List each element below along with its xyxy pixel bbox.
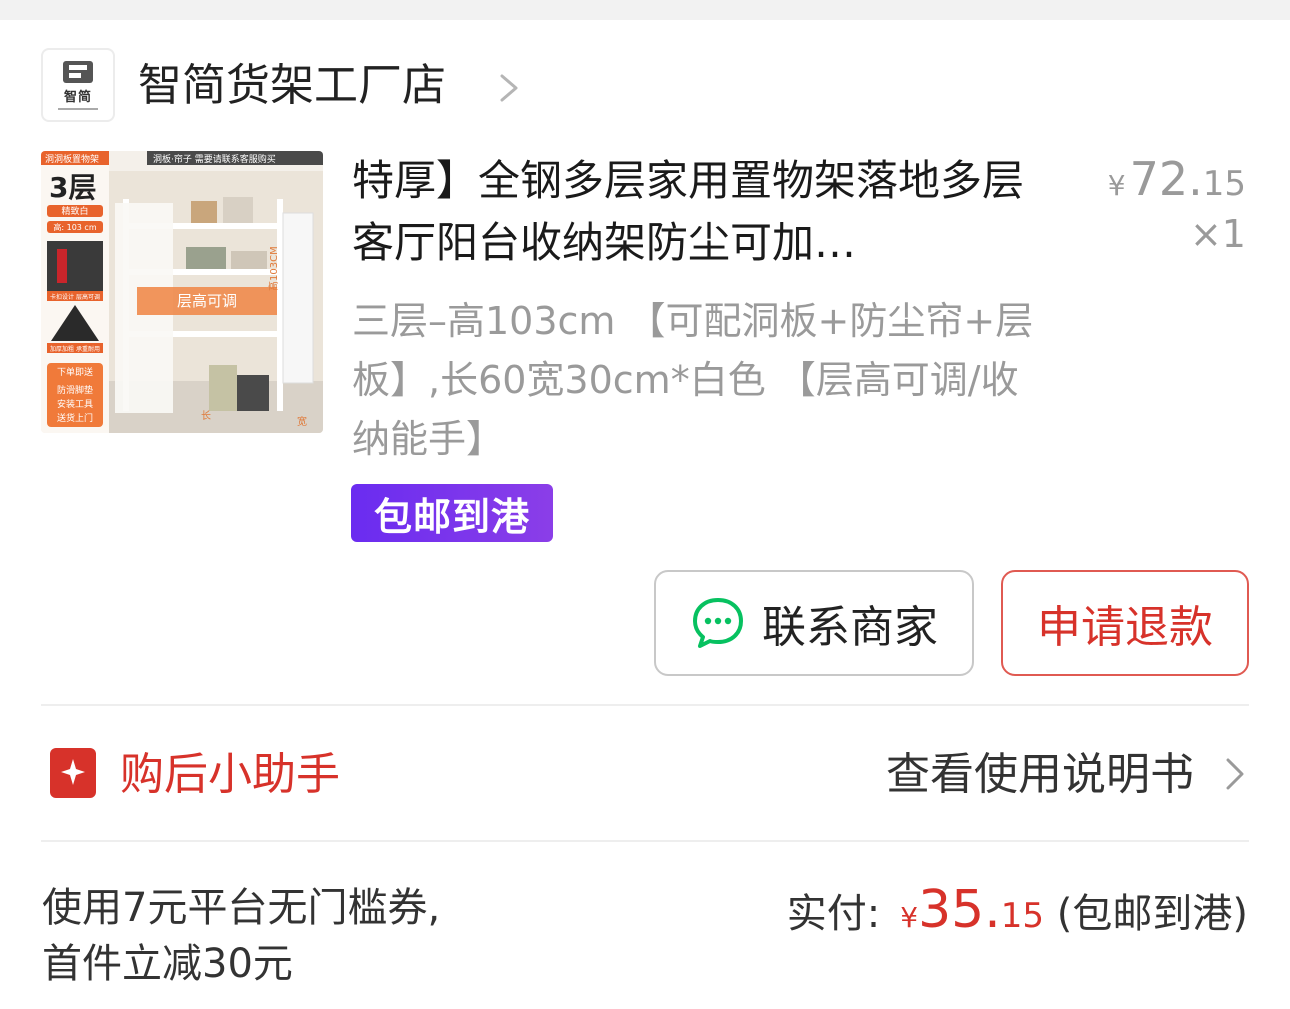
paid-amount: 实付: ¥35.15 (包邮到港) bbox=[787, 880, 1248, 948]
image-tier-label: 3层 bbox=[49, 171, 96, 204]
product-image-illustration: 层高可调 高103CM 长 宽 洞洞板置物架 洞板·帘子 需要请联系客服购买 3… bbox=[41, 151, 323, 433]
image-detail-caption-1: 卡扣设计 层高可调 bbox=[50, 293, 100, 301]
request-refund-button[interactable]: 申请退款 bbox=[1001, 570, 1249, 676]
image-banner-right: 洞板·帘子 需要请联系客服购买 bbox=[153, 153, 276, 165]
product-spec: 三层–高103cm 【可配洞板+防尘帘+层板】,长60宽30cm*白色 【层高可… bbox=[352, 299, 1034, 461]
paid-note: (包邮到港) bbox=[1056, 891, 1248, 937]
chat-bubble-icon bbox=[693, 598, 743, 648]
image-banner-left: 洞洞板置物架 bbox=[45, 153, 99, 165]
store-logo-mark-icon bbox=[63, 60, 93, 83]
image-gift-item-1: 防滑脚垫 bbox=[57, 384, 93, 396]
coupon-note: 使用7元平台无门槛券, 首件立减30元 bbox=[42, 885, 441, 987]
product-title[interactable]: 特厚】全钢多层家用置物架落地多层客厅阳台收纳架防尘可加… bbox=[352, 150, 1042, 274]
price-integer: 72. bbox=[1129, 152, 1203, 206]
image-detail-caption-2: 加厚加粗 承重耐用 bbox=[50, 345, 100, 353]
image-center-label: 层高可调 bbox=[177, 292, 237, 310]
image-gift-item-2: 安装工具 bbox=[57, 398, 93, 410]
chevron-right-icon[interactable] bbox=[494, 68, 526, 108]
sparkle-badge-icon bbox=[50, 748, 96, 798]
image-height-tag: 高: 103 cm bbox=[53, 222, 96, 232]
paid-currency: ¥ bbox=[900, 901, 919, 934]
store-logo-text: 智简 bbox=[63, 89, 92, 105]
paid-integer: 35. bbox=[918, 880, 1001, 940]
product-price: ¥72.15 bbox=[1108, 152, 1246, 206]
section-divider bbox=[41, 840, 1249, 842]
image-gift-title: 下单即送 bbox=[57, 366, 93, 378]
image-dim-height: 高103CM bbox=[267, 246, 280, 291]
product-image[interactable]: 层高可调 高103CM 长 宽 洞洞板置物架 洞板·帘子 需要请联系客服购买 3… bbox=[41, 151, 323, 433]
chevron-right-icon[interactable] bbox=[1220, 754, 1250, 794]
store-logo-underline bbox=[58, 107, 98, 110]
price-currency: ¥ bbox=[1107, 169, 1126, 202]
store-name[interactable]: 智简货架工厂店 bbox=[138, 56, 446, 116]
price-decimal: 15 bbox=[1202, 164, 1246, 204]
view-manual-link[interactable]: 查看使用说明书 bbox=[886, 745, 1194, 805]
paid-decimal: 15 bbox=[1000, 896, 1045, 936]
image-color-tag: 精致白 bbox=[61, 205, 88, 217]
product-quantity: ×1 bbox=[1189, 212, 1246, 256]
image-dim-width: 长 bbox=[201, 410, 211, 422]
shipping-badge: 包邮到港 bbox=[351, 484, 553, 542]
contact-seller-button[interactable]: 联系商家 bbox=[654, 570, 974, 676]
image-gift-item-3: 送货上门 bbox=[57, 412, 93, 424]
section-divider bbox=[41, 704, 1249, 706]
image-dim-depth: 宽 bbox=[297, 415, 307, 428]
contact-seller-label: 联系商家 bbox=[762, 602, 938, 653]
paid-label: 实付: bbox=[786, 891, 881, 937]
after-sale-helper-label[interactable]: 购后小助手 bbox=[120, 745, 340, 805]
store-logo[interactable]: 智简 bbox=[41, 48, 115, 122]
top-spacer-bar bbox=[0, 0, 1290, 20]
